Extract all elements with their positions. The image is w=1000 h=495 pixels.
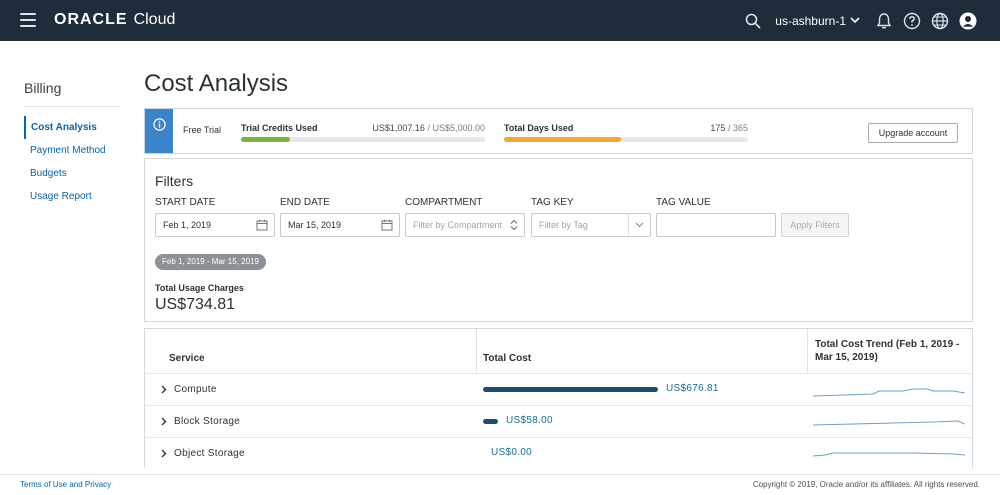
cost-trend-sparkline [813,420,965,426]
calendar-icon[interactable] [381,219,393,231]
filters-panel: Filters START DATE Feb 1, 2019 END DATE … [144,158,973,322]
column-header-total-cost: Total Cost [483,353,532,364]
end-date-value: Mar 15, 2019 [288,220,342,230]
trial-credits-used: US$1,007.16 [372,123,425,133]
chevron-down-icon [850,17,860,24]
total-days-value: 175 / 365 [710,123,748,133]
chevron-right-icon[interactable] [161,385,167,394]
row-service-compute[interactable]: Compute [161,384,217,395]
free-trial-label: Free Trial [183,125,222,135]
sidebar-item-budgets[interactable]: Budgets [24,162,124,185]
table-row[interactable]: Block Storage US$58.00 [145,405,972,437]
service-name: Compute [174,384,217,395]
total-days-progress-track [504,137,748,142]
cost-trend-sparkline [813,388,965,397]
trial-credits-progress-fill [241,137,290,142]
tag-key-dropdown-toggle[interactable] [628,214,644,236]
total-usage-charges-label: Total Usage Charges [155,283,244,293]
copyright-text: Copyright © 2019, Oracle and/or its affi… [752,480,980,489]
oracle-cloud-logo[interactable]: ORACLE Cloud [54,11,175,29]
trial-credits-meter: Trial Credits Used US$1,007.16 / US$5,00… [241,123,485,142]
start-date-value: Feb 1, 2019 [163,220,212,230]
table-row[interactable]: Compute US$676.81 [145,373,972,405]
total-days-title: Total Days Used [504,123,574,133]
terms-of-use-link[interactable]: Terms of Use and Privacy [20,480,111,489]
total-days-meter: Total Days Used 175 / 365 [504,123,748,142]
chevron-down-icon [635,222,644,228]
column-header-service: Service [169,353,205,364]
region-label: us-ashburn-1 [775,13,846,28]
start-date-label: START DATE [155,197,216,208]
service-name: Block Storage [174,416,241,427]
end-date-label: END DATE [280,197,330,208]
chevron-right-icon[interactable] [161,449,167,458]
end-date-input[interactable]: Mar 15, 2019 [280,213,400,237]
compartment-label: COMPARTMENT [405,197,483,208]
total-days-separator: / [725,123,733,133]
info-icon [152,118,166,131]
calendar-icon[interactable] [256,219,268,231]
brand-oracle-text: ORACLE [54,11,128,28]
cost-trend-header-line2: Mar 15, 2019) [815,352,878,363]
sort-arrows-icon [510,219,518,231]
tag-value-input[interactable] [656,213,776,237]
billing-sidebar: Billing Cost Analysis Payment Method Bud… [24,80,124,208]
sidebar-item-usage-report[interactable]: Usage Report [24,185,124,208]
column-header-cost-trend: Total Cost Trend (Feb 1, 2019 - Mar 15, … [815,338,965,364]
tag-key-select[interactable]: Filter by Tag [531,213,651,237]
total-days-progress-fill [504,137,621,142]
tag-key-label: TAG KEY [531,197,574,208]
column-divider [476,329,477,373]
row-service-block-storage[interactable]: Block Storage [161,416,240,427]
chevron-right-icon[interactable] [161,417,167,426]
cost-value: US$58.00 [506,415,553,426]
table-row[interactable]: Object Storage US$0.00 [145,437,972,468]
date-range-pill: Feb 1, 2019 - Mar 15, 2019 [155,254,266,270]
cost-bar [483,419,498,424]
free-trial-banner: Free Trial Trial Credits Used US$1,007.1… [144,108,973,154]
trial-credits-value: US$1,007.16 / US$5,000.00 [372,123,485,133]
apply-filters-button[interactable]: Apply Filters [781,213,849,237]
trial-credits-progress-track [241,137,485,142]
info-strip [145,109,173,153]
page-title: Cost Analysis [144,70,289,97]
trial-credits-title: Trial Credits Used [241,123,318,133]
column-divider [807,329,808,373]
page-footer: Terms of Use and Privacy Copyright © 201… [0,474,1000,495]
start-date-input[interactable]: Feb 1, 2019 [155,213,275,237]
cost-value: US$676.81 [666,383,719,394]
globe-icon[interactable] [930,11,950,31]
upgrade-account-button[interactable]: Upgrade account [868,123,958,143]
search-icon[interactable] [743,11,763,31]
tag-value-label: TAG VALUE [656,197,711,208]
menu-icon[interactable] [20,13,36,27]
cost-trend-header-line1: Total Cost Trend (Feb 1, 2019 - [815,339,960,350]
cost-bar [483,387,658,392]
tag-key-placeholder: Filter by Tag [539,220,588,230]
region-selector[interactable]: us-ashburn-1 [775,14,860,28]
brand-cloud-text: Cloud [133,11,176,28]
cost-table: Service Total Cost Total Cost Trend (Feb… [144,328,973,468]
sidebar-item-payment-method[interactable]: Payment Method [24,139,124,162]
cost-value: US$0.00 [491,447,533,458]
filters-title: Filters [155,173,194,189]
sidebar-title: Billing [24,80,120,107]
total-usage-charges-value: US$734.81 [155,296,236,313]
row-service-object-storage[interactable]: Object Storage [161,448,245,459]
top-navigation-bar: ORACLE Cloud us-ashburn-1 [0,0,1000,41]
total-days-used: 175 [710,123,726,133]
sidebar-item-cost-analysis[interactable]: Cost Analysis [24,116,124,139]
total-days-total: 365 [732,123,748,133]
compartment-select[interactable]: Filter by Compartment [405,213,525,237]
service-name: Object Storage [174,448,245,459]
help-icon[interactable] [902,11,922,31]
cost-trend-sparkline [813,452,965,457]
trial-credits-total: US$5,000.00 [432,123,485,133]
compartment-placeholder: Filter by Compartment [413,220,503,230]
user-avatar-icon[interactable] [958,11,978,31]
bell-icon[interactable] [874,11,894,31]
